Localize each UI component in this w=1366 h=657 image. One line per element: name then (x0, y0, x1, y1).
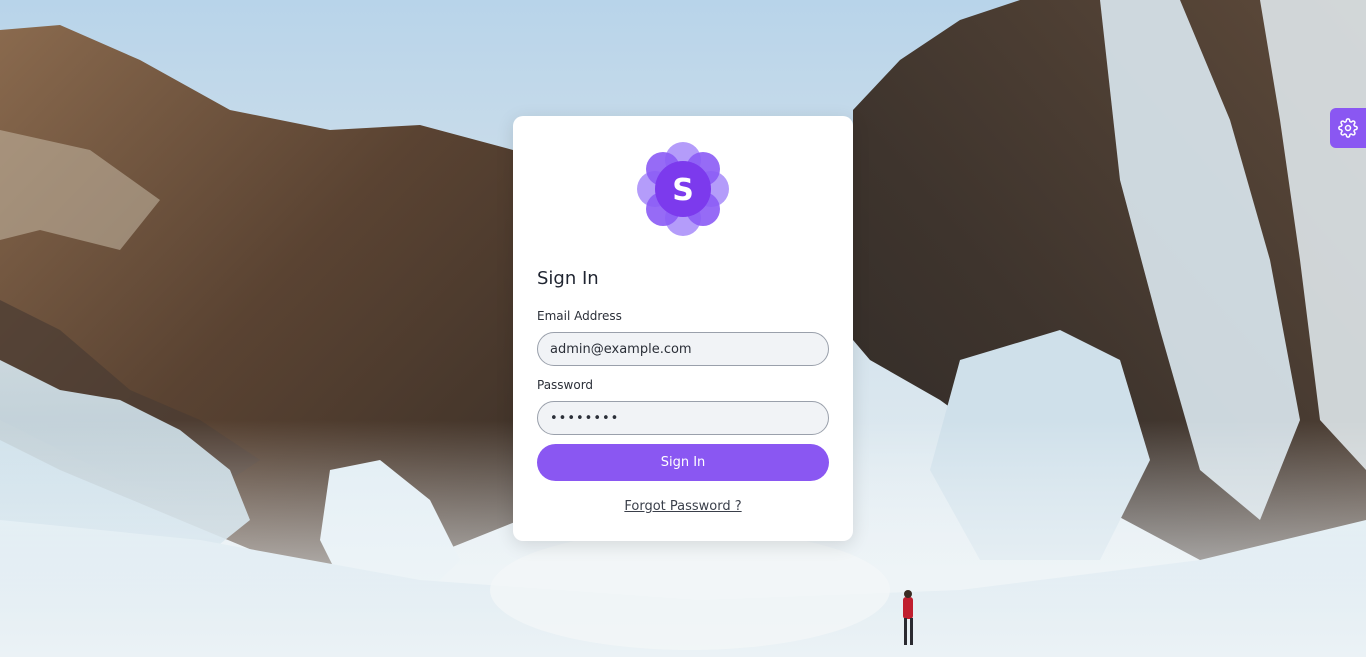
email-field[interactable] (537, 332, 829, 366)
password-label: Password (537, 378, 594, 392)
login-page: S Sign In Email Address Password Sign In… (0, 0, 1366, 657)
email-label: Email Address (537, 309, 622, 323)
forgot-password-row: Forgot Password ? (513, 499, 853, 514)
sign-in-card: S Sign In Email Address Password Sign In… (513, 116, 853, 541)
sign-in-button[interactable]: Sign In (537, 444, 829, 481)
gear-icon (1338, 118, 1358, 138)
logo-letter: S (672, 173, 694, 208)
flower-logo-icon: S (637, 142, 729, 236)
settings-button[interactable] (1330, 108, 1366, 148)
forgot-password-link[interactable]: Forgot Password ? (624, 499, 741, 514)
password-field[interactable] (537, 401, 829, 435)
page-title: Sign In (537, 268, 599, 289)
